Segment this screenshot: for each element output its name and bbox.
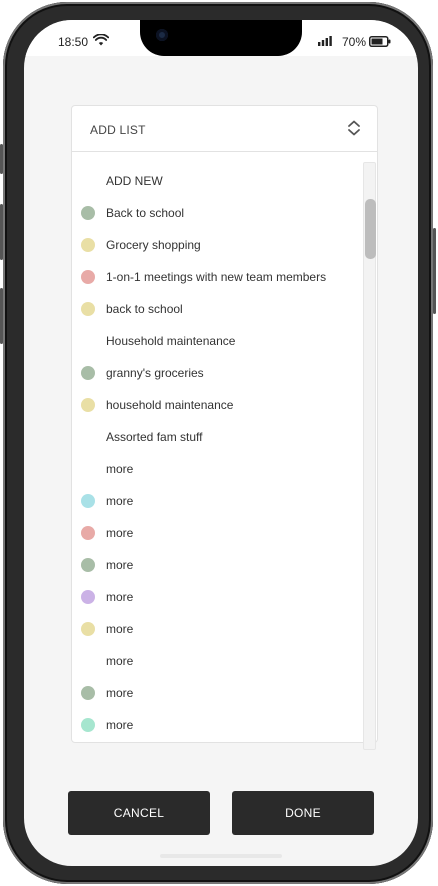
list-item-label: more	[106, 462, 134, 476]
list-item[interactable]: more	[72, 709, 362, 741]
color-dot	[81, 398, 95, 412]
list-item-label: back to school	[106, 302, 183, 316]
list-item-label: Household maintenance	[106, 334, 236, 348]
list-item[interactable]: granny's groceries	[72, 357, 362, 389]
color-dot	[81, 206, 95, 220]
list-item-label: household maintenance	[106, 398, 234, 412]
scrollbar-thumb[interactable]	[365, 199, 376, 259]
volume-up-button	[0, 204, 3, 260]
up-down-chevron-icon[interactable]	[347, 120, 361, 136]
list-item-label: Grocery shopping	[106, 238, 201, 252]
color-dot	[81, 270, 95, 284]
phone-frame: 18:50 70% ADD LIST ADD NEW Back to schoo…	[0, 2, 436, 884]
list-item-label: more	[106, 686, 134, 700]
notch	[140, 20, 302, 56]
signal-icon	[318, 36, 332, 46]
color-dot	[81, 622, 95, 636]
list-item[interactable]: more	[72, 581, 362, 613]
list-item-label: more	[106, 494, 134, 508]
list-item[interactable]: more	[72, 485, 362, 517]
list-picker: ADD LIST ADD NEW Back to school Grocery …	[71, 105, 378, 750]
list-item-label: more	[106, 654, 134, 668]
list-item[interactable]: more	[72, 613, 362, 645]
color-dot	[81, 238, 95, 252]
color-dot	[81, 526, 95, 540]
color-dot	[81, 494, 95, 508]
list-item[interactable]: back to school	[72, 293, 362, 325]
color-dot	[81, 590, 95, 604]
list-item[interactable]: Household maintenance	[72, 325, 362, 357]
list-item[interactable]: more	[72, 645, 362, 677]
list-item-label: Back to school	[106, 206, 185, 220]
done-button[interactable]: DONE	[232, 791, 374, 835]
front-camera	[156, 29, 168, 41]
color-dot	[81, 302, 95, 316]
status-bar: 18:50 70%	[24, 20, 418, 56]
home-indicator[interactable]	[160, 854, 282, 858]
mute-switch	[0, 144, 3, 174]
list-item[interactable]: Grocery shopping	[72, 229, 362, 261]
cancel-button[interactable]: CANCEL	[68, 791, 210, 835]
wifi-icon	[93, 34, 109, 46]
color-dot	[81, 718, 95, 732]
list-item-label: Assorted fam stuff	[106, 430, 203, 444]
color-dot	[81, 558, 95, 572]
battery-percent: 70%	[342, 35, 367, 49]
list-item-label: more	[106, 590, 134, 604]
list-item[interactable]: Assorted fam stuff	[72, 421, 362, 453]
list-item[interactable]: more	[72, 677, 362, 709]
list-item[interactable]: 1-on-1 meetings with new team members	[72, 261, 362, 293]
list-item-label: more	[106, 718, 134, 732]
status-time: 18:50	[58, 35, 89, 49]
list-item[interactable]: more	[72, 549, 362, 581]
screen: 18:50 70% ADD LIST ADD NEW Back to schoo…	[24, 20, 418, 866]
volume-down-button	[0, 288, 3, 344]
list-scrollbar[interactable]	[363, 162, 376, 750]
list-item-label: more	[106, 558, 134, 572]
list-item[interactable]: Back to school	[72, 197, 362, 229]
list-item[interactable]: household maintenance	[72, 389, 362, 421]
list-item-add-new[interactable]: ADD NEW	[72, 165, 362, 197]
list-item-label: more	[106, 622, 134, 636]
color-dot	[81, 686, 95, 700]
list-item-label: granny's groceries	[106, 366, 204, 380]
list-item[interactable]: more	[72, 453, 362, 485]
color-dot	[81, 366, 95, 380]
battery-icon	[369, 36, 391, 47]
list-picker-title: ADD LIST	[90, 123, 146, 137]
list-item-label: more	[106, 526, 134, 540]
power-button	[433, 228, 436, 314]
list-picker-header[interactable]: ADD LIST	[72, 106, 377, 152]
list-item[interactable]: more	[72, 517, 362, 549]
list-options: ADD NEW Back to school Grocery shopping …	[72, 152, 362, 741]
list-item-label: 1-on-1 meetings with new team members	[106, 270, 327, 284]
list-item-label: ADD NEW	[106, 174, 163, 188]
